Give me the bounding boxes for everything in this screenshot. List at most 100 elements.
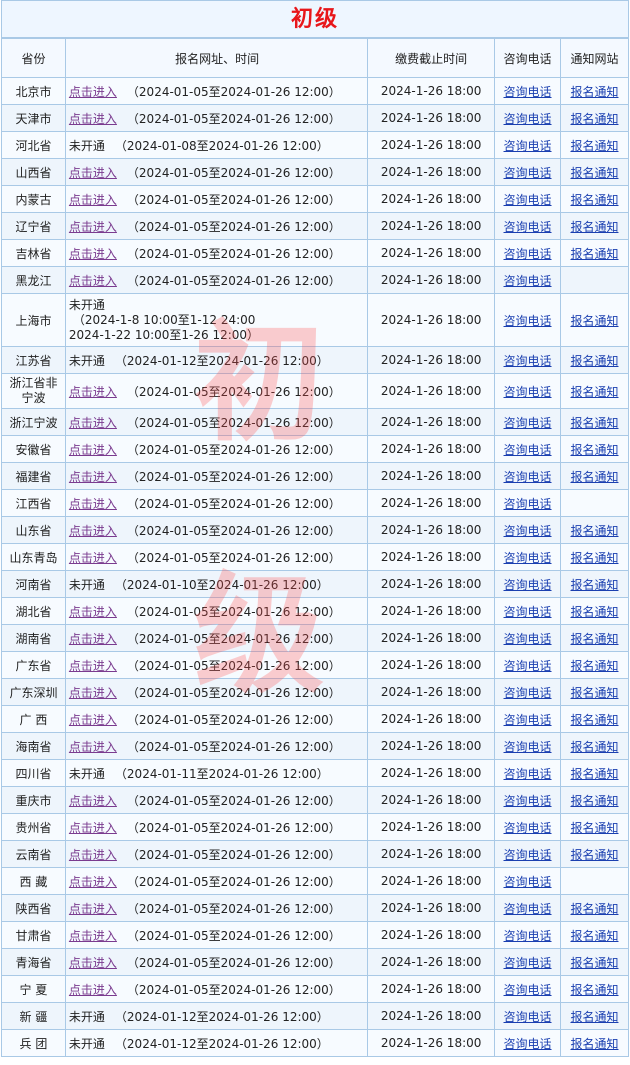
enter-link[interactable]: 点击进入 <box>69 385 117 399</box>
enter-link[interactable]: 点击进入 <box>69 551 117 565</box>
notice-link[interactable]: 报名通知 <box>570 85 618 99</box>
enter-link[interactable]: 点击进入 <box>69 956 117 970</box>
enter-link[interactable]: 点击进入 <box>69 821 117 835</box>
notice-link[interactable]: 报名通知 <box>570 686 618 700</box>
notice-link[interactable]: 报名通知 <box>570 416 618 430</box>
phone-link[interactable]: 咨询电话 <box>504 139 552 153</box>
enter-link[interactable]: 点击进入 <box>69 740 117 754</box>
notice-link[interactable]: 报名通知 <box>570 659 618 673</box>
phone-link[interactable]: 咨询电话 <box>504 416 552 430</box>
phone-cell: 咨询电话 <box>494 867 561 895</box>
notice-link[interactable]: 报名通知 <box>570 902 618 916</box>
notice-link[interactable]: 报名通知 <box>570 632 618 646</box>
notice-link[interactable]: 报名通知 <box>570 767 618 781</box>
notice-link[interactable]: 报名通知 <box>570 794 618 808</box>
phone-link[interactable]: 咨询电话 <box>504 740 552 754</box>
notice-link[interactable]: 报名通知 <box>570 713 618 727</box>
phone-link[interactable]: 咨询电话 <box>504 443 552 457</box>
phone-link[interactable]: 咨询电话 <box>504 112 552 126</box>
phone-link[interactable]: 咨询电话 <box>504 247 552 261</box>
notice-link[interactable]: 报名通知 <box>570 354 618 368</box>
phone-link[interactable]: 咨询电话 <box>504 983 552 997</box>
notice-link[interactable]: 报名通知 <box>570 443 618 457</box>
payment-deadline-cell: 2024-1-26 18:00 <box>367 570 496 598</box>
phone-link[interactable]: 咨询电话 <box>504 85 552 99</box>
enter-link[interactable]: 点击进入 <box>69 112 117 126</box>
enter-link[interactable]: 点击进入 <box>69 605 117 619</box>
enter-link[interactable]: 点击进入 <box>69 875 117 889</box>
phone-link[interactable]: 咨询电话 <box>504 902 552 916</box>
payment-deadline-cell: 2024-1-26 18:00 <box>367 373 496 409</box>
enter-link[interactable]: 点击进入 <box>69 416 117 430</box>
notice-link[interactable]: 报名通知 <box>570 139 618 153</box>
notice-link[interactable]: 报名通知 <box>570 314 618 328</box>
phone-link[interactable]: 咨询电话 <box>504 274 552 288</box>
phone-link[interactable]: 咨询电话 <box>504 767 552 781</box>
notice-cell: 报名通知 <box>559 1002 630 1030</box>
phone-link[interactable]: 咨询电话 <box>504 659 552 673</box>
phone-link[interactable]: 咨询电话 <box>504 821 552 835</box>
notice-link[interactable]: 报名通知 <box>570 220 618 234</box>
notice-link[interactable]: 报名通知 <box>570 821 618 835</box>
phone-link[interactable]: 咨询电话 <box>504 632 552 646</box>
phone-link[interactable]: 咨询电话 <box>504 1010 552 1024</box>
enter-link[interactable]: 点击进入 <box>69 220 117 234</box>
enter-link[interactable]: 点击进入 <box>69 247 117 261</box>
phone-link[interactable]: 咨询电话 <box>504 551 552 565</box>
notice-link[interactable]: 报名通知 <box>570 1037 618 1051</box>
phone-link[interactable]: 咨询电话 <box>504 166 552 180</box>
notice-link[interactable]: 报名通知 <box>570 848 618 862</box>
phone-link[interactable]: 咨询电话 <box>504 314 552 328</box>
enter-link[interactable]: 点击进入 <box>69 929 117 943</box>
phone-link[interactable]: 咨询电话 <box>504 524 552 538</box>
notice-link[interactable]: 报名通知 <box>570 112 618 126</box>
enter-link[interactable]: 点击进入 <box>69 902 117 916</box>
enter-link[interactable]: 点击进入 <box>69 848 117 862</box>
enter-link[interactable]: 点击进入 <box>69 983 117 997</box>
enter-link[interactable]: 点击进入 <box>69 659 117 673</box>
notice-link[interactable]: 报名通知 <box>570 470 618 484</box>
enter-link[interactable]: 点击进入 <box>69 794 117 808</box>
phone-link[interactable]: 咨询电话 <box>504 794 552 808</box>
phone-link[interactable]: 咨询电话 <box>504 713 552 727</box>
phone-link[interactable]: 咨询电话 <box>504 875 552 889</box>
phone-link[interactable]: 咨询电话 <box>504 1037 552 1051</box>
phone-link[interactable]: 咨询电话 <box>504 193 552 207</box>
notice-link[interactable]: 报名通知 <box>570 551 618 565</box>
notice-link[interactable]: 报名通知 <box>570 1010 618 1024</box>
phone-link[interactable]: 咨询电话 <box>504 470 552 484</box>
notice-link[interactable]: 报名通知 <box>570 956 618 970</box>
notice-link[interactable]: 报名通知 <box>570 740 618 754</box>
phone-link[interactable]: 咨询电话 <box>504 354 552 368</box>
enter-link[interactable]: 点击进入 <box>69 470 117 484</box>
enter-link[interactable]: 点击进入 <box>69 632 117 646</box>
phone-link[interactable]: 咨询电话 <box>504 605 552 619</box>
notice-link[interactable]: 报名通知 <box>570 193 618 207</box>
notice-link[interactable]: 报名通知 <box>570 578 618 592</box>
enter-link[interactable]: 点击进入 <box>69 85 117 99</box>
phone-link[interactable]: 咨询电话 <box>504 686 552 700</box>
phone-link[interactable]: 咨询电话 <box>504 848 552 862</box>
phone-link[interactable]: 咨询电话 <box>504 220 552 234</box>
enter-link[interactable]: 点击进入 <box>69 713 117 727</box>
phone-link[interactable]: 咨询电话 <box>504 929 552 943</box>
notice-link[interactable]: 报名通知 <box>570 983 618 997</box>
enter-link[interactable]: 点击进入 <box>69 166 117 180</box>
enter-link[interactable]: 点击进入 <box>69 497 117 511</box>
notice-link[interactable]: 报名通知 <box>570 247 618 261</box>
phone-link[interactable]: 咨询电话 <box>504 956 552 970</box>
registration-time-cell: 点击进入 （2024-01-05至2024-01-26 12:00） <box>64 408 369 436</box>
enter-link[interactable]: 点击进入 <box>69 524 117 538</box>
enter-link[interactable]: 点击进入 <box>69 443 117 457</box>
phone-link[interactable]: 咨询电话 <box>504 497 552 511</box>
notice-link[interactable]: 报名通知 <box>570 166 618 180</box>
notice-link[interactable]: 报名通知 <box>570 385 618 399</box>
enter-link[interactable]: 点击进入 <box>69 193 117 207</box>
notice-link[interactable]: 报名通知 <box>570 524 618 538</box>
phone-link[interactable]: 咨询电话 <box>504 578 552 592</box>
phone-link[interactable]: 咨询电话 <box>504 385 552 399</box>
notice-link[interactable]: 报名通知 <box>570 605 618 619</box>
enter-link[interactable]: 点击进入 <box>69 274 117 288</box>
notice-link[interactable]: 报名通知 <box>570 929 618 943</box>
enter-link[interactable]: 点击进入 <box>69 686 117 700</box>
